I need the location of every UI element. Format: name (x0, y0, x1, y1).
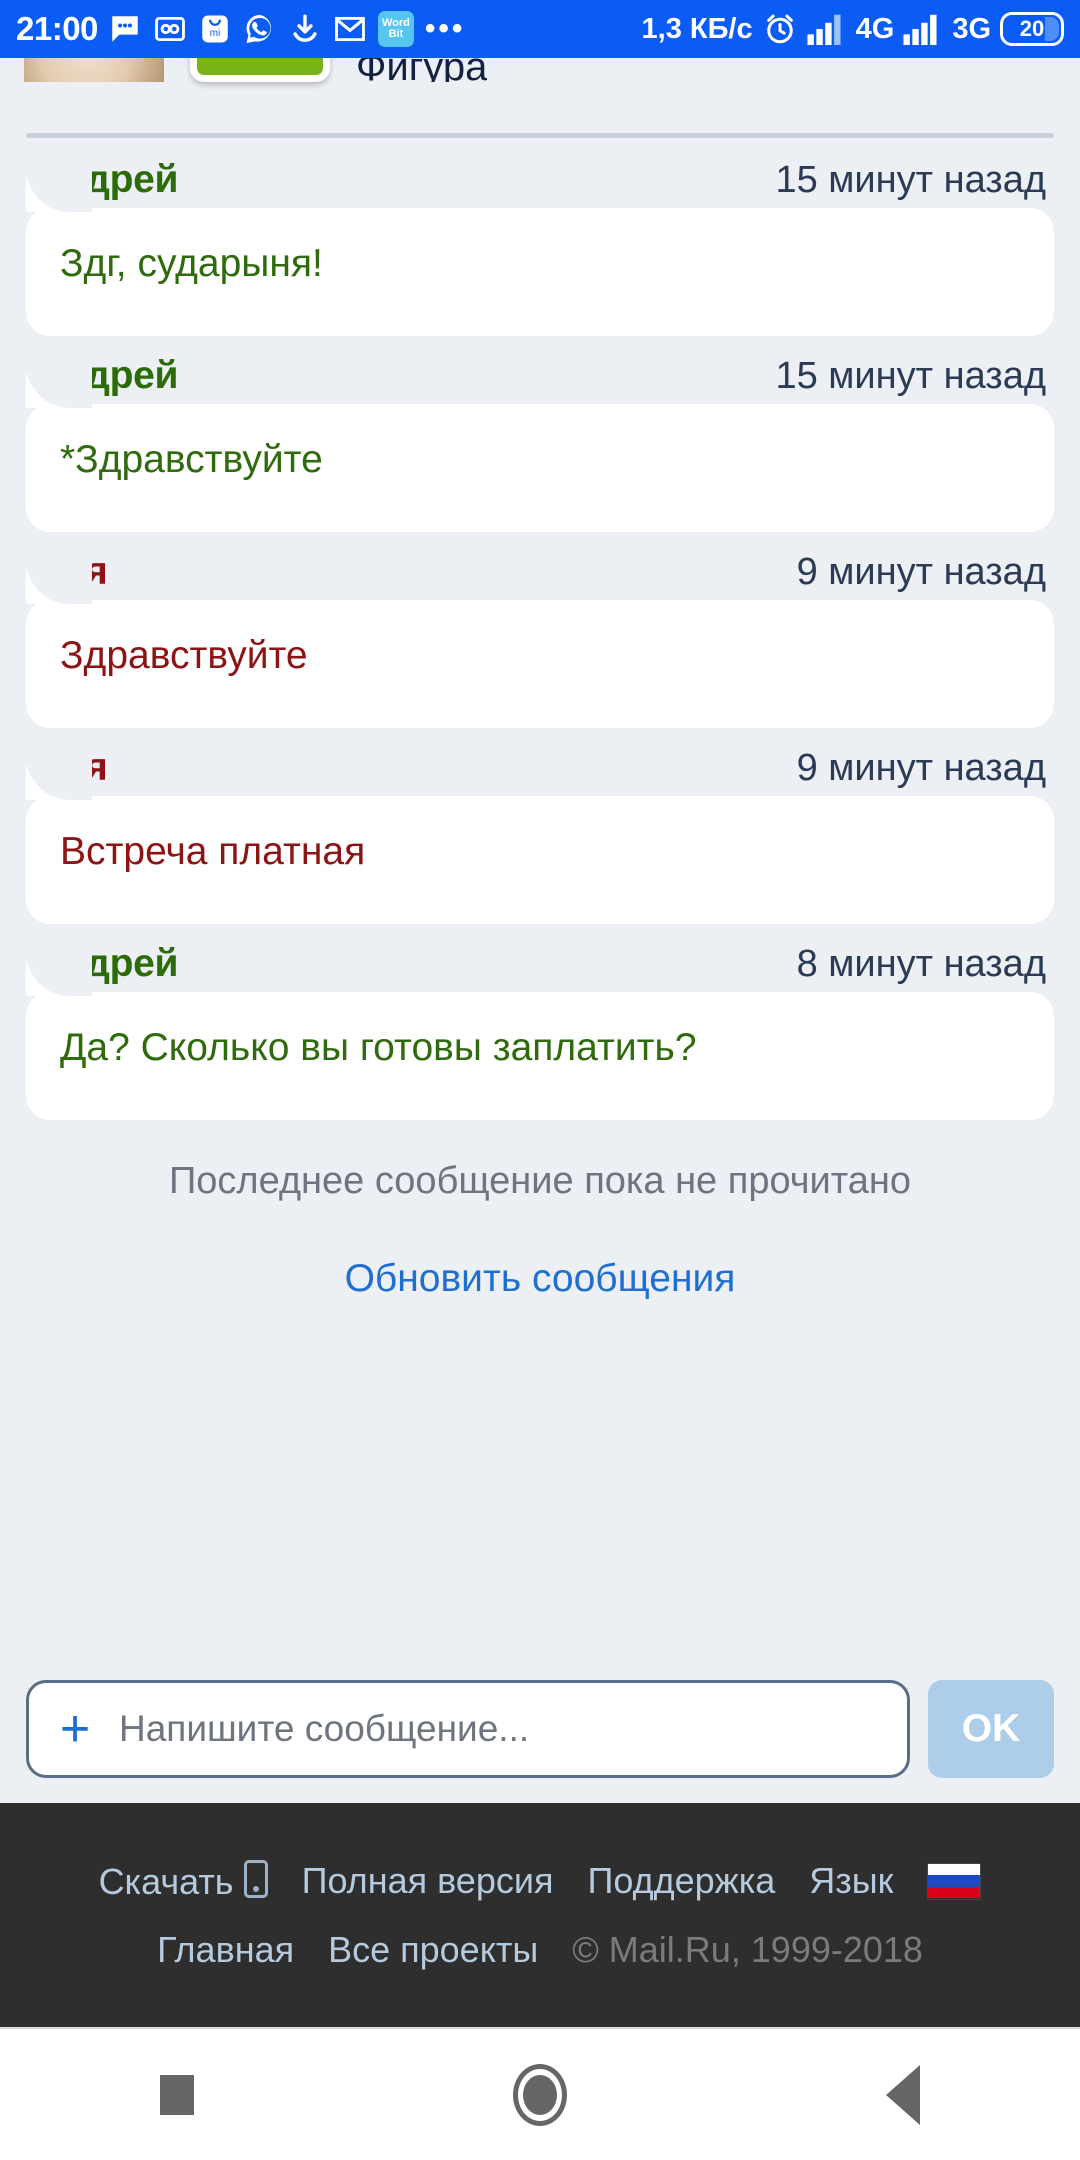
status-clock: 21:00 (16, 10, 98, 47)
footer-link-full-version[interactable]: Полная версия (302, 1860, 554, 1902)
sms-icon (112, 16, 138, 42)
mi-store-icon: mi (202, 15, 228, 43)
message-text: Здравствуйте (60, 634, 308, 677)
footer-link-all-projects[interactable]: Все проекты (328, 1929, 538, 1971)
footer-copyright: © Mail.Ru, 1999-2018 (572, 1928, 923, 1970)
message-item: Эля 9 минут назад Здравствуйте (0, 538, 1080, 728)
message-bubble: *Здравствуйте (26, 342, 1054, 532)
signal-icon-sim2 (903, 14, 937, 45)
wordbit-icon: Word Bit (377, 11, 414, 47)
message-item: Андрей 8 минут назад Да? Сколько вы гото… (0, 930, 1080, 1120)
network-type-sim2: 3G (952, 12, 991, 45)
signal-icon-sim1 (807, 14, 841, 45)
footer-link-home[interactable]: Главная (157, 1929, 294, 1971)
message-bubble: Встреча платная (26, 734, 1054, 924)
status-notification-icons: mi Word Bit ••• (108, 11, 466, 47)
home-icon[interactable] (512, 2063, 567, 2126)
message-header: Андрей 8 минут назад (26, 942, 1054, 992)
message-item: Эля 9 минут назад Встреча платная (0, 734, 1080, 924)
message-item: Андрей 15 минут назад *Здравствуйте (0, 342, 1080, 532)
footer-link-support[interactable]: Поддержка (587, 1860, 775, 1902)
message-header: Эля 9 минут назад (26, 746, 1054, 796)
message-input-placeholder: Напишите сообщение... (119, 1708, 530, 1749)
message-bubble: Здравствуйте (26, 538, 1054, 728)
message-header: Андрей 15 минут назад (26, 354, 1054, 404)
site-footer: Скачать Полная версия Поддержка Язык Гла… (0, 1803, 1080, 2027)
message-list: Андрей 15 минут назад Здг, сударыня! Анд… (0, 140, 1080, 1301)
message-text: *Здравствуйте (60, 438, 323, 481)
unread-notice: Последнее сообщение пока не прочитано (168, 1160, 912, 1202)
status-right-cluster: 1,3 КБ/с 4G 3G 20 (642, 11, 1064, 47)
message-timestamp: 9 минут назад (796, 551, 1046, 593)
back-icon[interactable] (886, 2064, 921, 2125)
alarm-icon (766, 14, 793, 44)
message-header: Андрей 15 минут назад (26, 158, 1054, 208)
status-bar: 21:00 mi Word Bit ••• 1,3 КБ/с 4G 3G 20 (0, 0, 1080, 58)
wordbit-bottom-label: Bit (388, 28, 404, 40)
battery-icon: 20 (1000, 12, 1064, 46)
send-button[interactable]: OK (928, 1680, 1054, 1778)
message-header: Эля 9 минут назад (26, 550, 1054, 600)
message-timestamp: 8 минут назад (796, 943, 1046, 985)
voicemail-icon (155, 16, 185, 42)
message-timestamp: 15 минут назад (775, 355, 1046, 397)
android-nav-bar (0, 2027, 1080, 2160)
message-timestamp: 15 минут назад (775, 159, 1046, 201)
russian-flag-icon[interactable] (927, 1862, 982, 1900)
footer-link-download[interactable]: Скачать (98, 1859, 268, 1903)
message-text: Встреча платная (60, 830, 366, 873)
data-speed-label: 1,3 КБ/с (641, 12, 753, 45)
message-text: Здг, сударыня! (60, 242, 323, 285)
whatsapp-icon (246, 14, 271, 44)
footer-link-language[interactable]: Язык (809, 1860, 893, 1902)
status-overflow-icon: ••• (424, 12, 466, 45)
refresh-messages-link[interactable]: Обновить сообщения (0, 1257, 1080, 1301)
phone-screen: Фигура 21:00 mi Word Bit ••• 1,3 КБ/с 4G… (0, 0, 1080, 2160)
phone-icon (243, 1859, 268, 1898)
add-attachment-icon[interactable]: + (55, 1703, 95, 1755)
battery-level-label: 20 (1019, 16, 1045, 41)
recents-icon[interactable] (159, 2074, 194, 2115)
gmail-icon (335, 16, 365, 42)
partial-row-text: Фигура (356, 56, 488, 82)
message-timestamp: 9 минут назад (796, 747, 1046, 789)
network-type-sim1: 4G (855, 12, 895, 45)
message-composer: + Напишите сообщение... OK (0, 1663, 1080, 1795)
download-icon (293, 14, 317, 42)
message-bubble: Да? Сколько вы готовы заплатить? (26, 930, 1054, 1120)
message-text: Да? Сколько вы готовы заплатить? (60, 1026, 697, 1069)
footer-row-primary: Скачать Полная версия Поддержка Язык (98, 1859, 982, 1903)
message-input[interactable]: + Напишите сообщение... (26, 1680, 910, 1778)
footer-download-label: Скачать (98, 1860, 234, 1902)
divider (26, 133, 1054, 138)
message-item: Андрей 15 минут назад Здг, сударыня! (0, 146, 1080, 336)
svg-text:mi: mi (210, 28, 220, 39)
message-bubble: Здг, сударыня! (26, 146, 1054, 336)
footer-row-secondary: Главная Все проекты © Mail.Ru, 1999-2018 (157, 1929, 923, 1971)
